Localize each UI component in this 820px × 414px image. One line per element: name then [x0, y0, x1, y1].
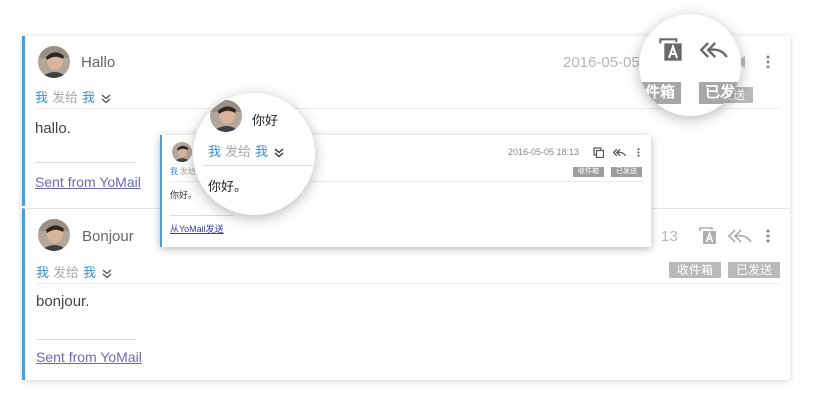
magnifier-header-left: 你好 我发给我 你好。	[193, 93, 315, 215]
recipient-me: 我	[208, 144, 222, 159]
more-vertical-icon[interactable]	[763, 228, 773, 244]
translate-icon[interactable]	[698, 226, 718, 246]
sent-to-label: 发给	[180, 167, 196, 176]
signature-divider	[170, 215, 234, 216]
sent-to-label: 发给	[53, 265, 80, 280]
message-date: 2016-05-05 18:13	[508, 147, 580, 157]
signature-divider	[35, 162, 135, 163]
more-vertical-icon[interactable]	[763, 54, 773, 70]
message-body: hallo.	[35, 120, 71, 137]
divider	[36, 283, 780, 284]
tag-sent: 已发送	[611, 167, 642, 177]
copy-icon	[592, 146, 604, 158]
signature-link[interactable]: Sent from YoMail	[35, 174, 141, 190]
message-body: bonjour.	[36, 293, 90, 310]
signature-divider	[36, 339, 136, 340]
recipient-target[interactable]: 我	[83, 265, 96, 280]
recipients-line: 我发给我	[36, 262, 112, 282]
expand-chevron-icon[interactable]	[102, 267, 112, 282]
tag-inbox[interactable]: 收件箱	[669, 262, 722, 278]
recipient-target: 我	[255, 144, 269, 159]
sent-to-label: 发给	[225, 144, 252, 159]
translate-icon	[658, 37, 684, 63]
message-body: 你好。	[208, 179, 248, 194]
recipient-target[interactable]: 我	[82, 90, 95, 105]
recipients-line: 我发给我	[208, 141, 284, 161]
divider	[203, 165, 313, 166]
recipient-me[interactable]: 我	[36, 265, 49, 280]
reply-all-icon	[699, 38, 729, 62]
message-body: 你好。	[170, 190, 198, 200]
sender-name: 你好	[252, 113, 279, 128]
magnifier-actions-right: 件箱 已发送	[639, 14, 741, 116]
tag-sent: 已发送	[699, 82, 741, 116]
recipient-me[interactable]: 我	[35, 90, 48, 105]
signature-link[interactable]: Sent from YoMail	[36, 349, 142, 365]
avatar	[210, 100, 242, 132]
tag-inbox-partial: 件箱	[639, 82, 682, 104]
avatar[interactable]	[38, 46, 70, 78]
reply-all-icon[interactable]	[728, 226, 752, 246]
tag-inbox: 收件箱	[573, 167, 604, 177]
avatar	[172, 142, 192, 162]
more-vertical-icon	[635, 146, 641, 158]
recipient-me: 我	[170, 167, 178, 176]
message-date: 2016-05-05	[563, 54, 640, 71]
expand-chevron-icon	[274, 146, 284, 161]
reply-all-icon	[612, 146, 626, 158]
sender-name: Hallo	[81, 54, 116, 71]
message-date: 13	[661, 228, 678, 245]
sender-name: Bonjour	[82, 228, 134, 245]
avatar[interactable]	[38, 219, 70, 251]
expand-chevron-icon[interactable]	[101, 92, 111, 107]
sent-to-label: 发给	[52, 90, 79, 105]
recipients-line: 我发给我	[35, 87, 111, 107]
tag-sent[interactable]: 已发送	[728, 262, 781, 278]
signature-link: 从YoMail发送	[170, 224, 224, 234]
